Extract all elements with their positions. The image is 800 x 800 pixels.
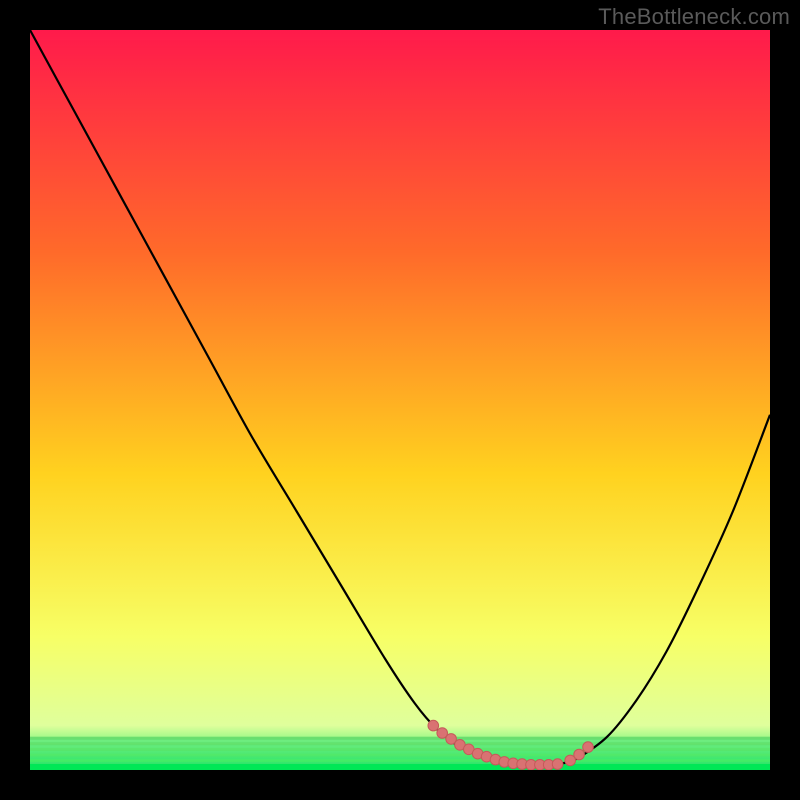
chart-frame: TheBottleneck.com [0, 0, 800, 800]
green-baseline [30, 764, 770, 770]
green-band [30, 756, 770, 759]
green-band [30, 737, 770, 740]
highlight-bead [428, 720, 439, 731]
green-band [30, 740, 770, 743]
highlight-bead [552, 759, 563, 770]
plot-area [30, 30, 770, 770]
green-band-group [30, 737, 770, 770]
highlight-bead [583, 742, 594, 753]
green-band [30, 759, 770, 762]
watermark-text: TheBottleneck.com [598, 4, 790, 30]
green-band [30, 754, 770, 757]
chart-svg [30, 30, 770, 770]
green-band [30, 748, 770, 751]
green-band [30, 742, 770, 745]
green-band [30, 751, 770, 754]
green-band [30, 745, 770, 748]
highlight-bead [574, 749, 585, 760]
gradient-background [30, 30, 770, 770]
